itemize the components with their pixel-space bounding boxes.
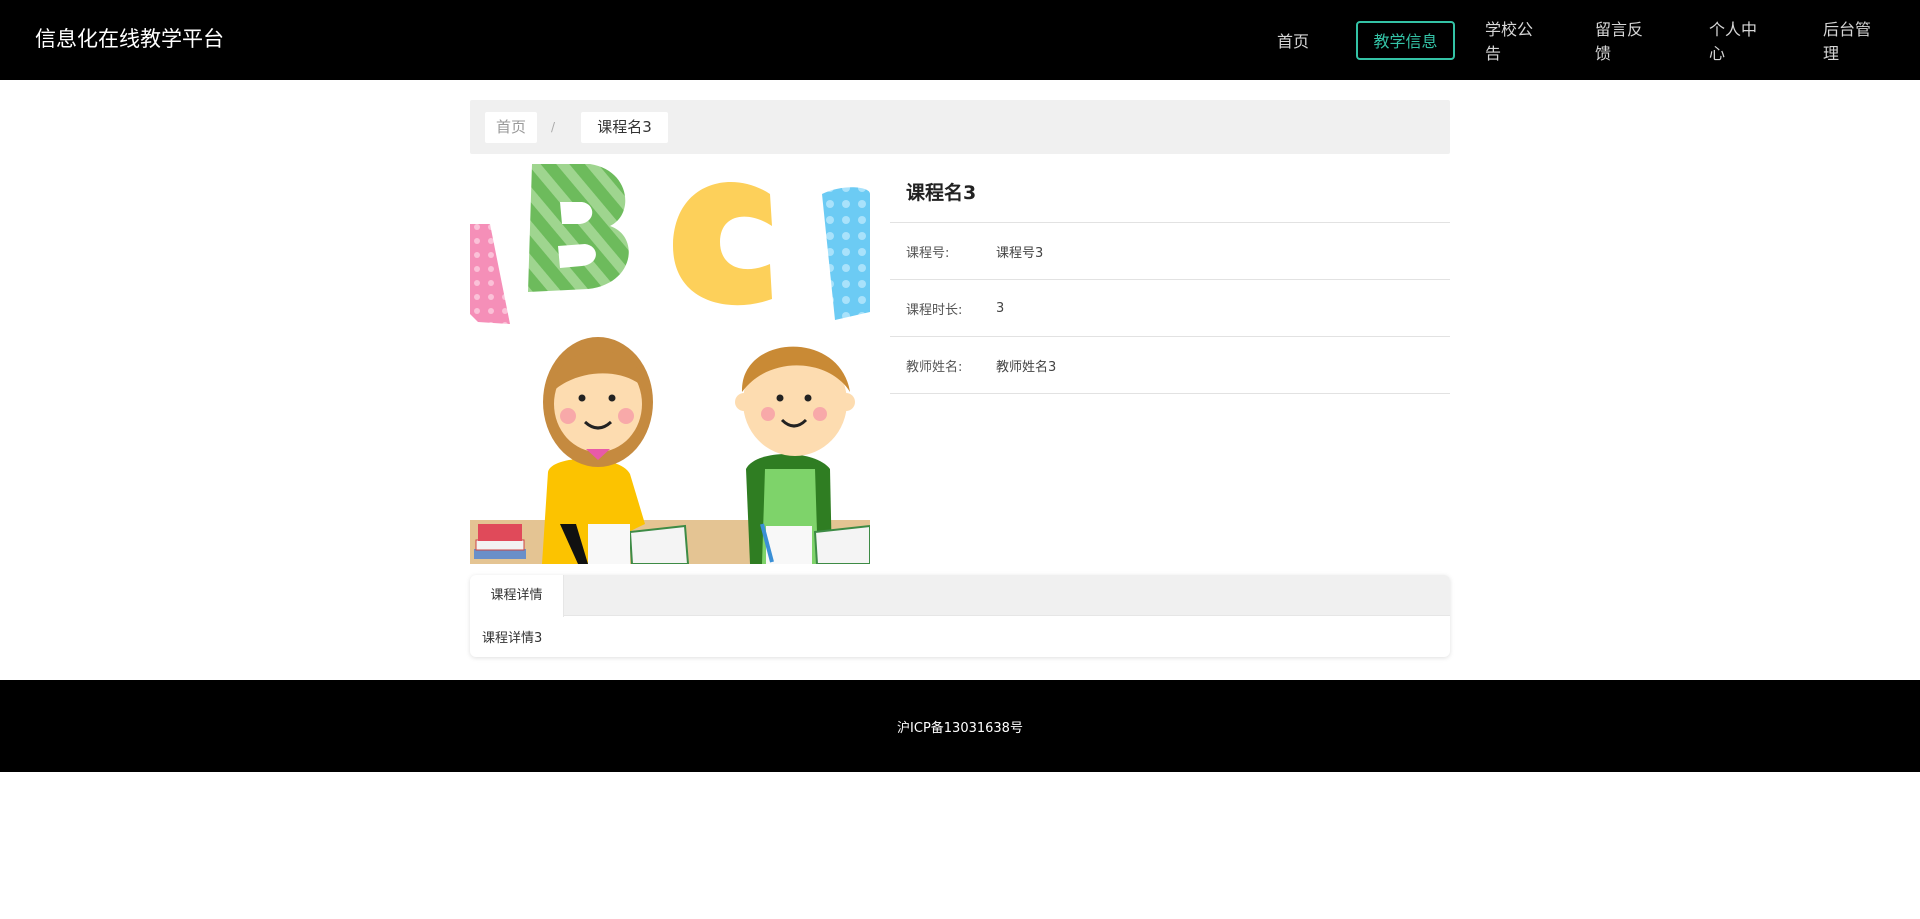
breadcrumb-home-link[interactable]: 首页 [485,112,537,143]
site-title[interactable]: 信息化在线教学平台 [35,24,224,54]
nav-teaching-info[interactable]: 教学信息 [1356,20,1455,60]
nav-feedback[interactable]: 留言反馈 [1593,20,1657,63]
course-info-panel: 课程名3 课程号: 课程号3 课程时长: 3 教师姓名: 教师姓名3 [890,164,1450,394]
info-label: 课程时长: [906,302,963,318]
course-title: 课程名3 [890,164,1450,223]
nav-admin[interactable]: 后台管理 [1821,20,1885,63]
footer: 沪ICP备13031638号 [0,680,1920,772]
breadcrumb: 首页 / 课程名3 [470,100,1450,154]
course-cover-image [470,164,870,564]
students-abc-illustration [470,164,870,564]
nav-school-notice[interactable]: 学校公告 [1483,20,1547,63]
info-row-teacher: 教师姓名: 教师姓名3 [890,337,1450,394]
nav-home[interactable]: 首页 [1254,21,1332,60]
info-value: 教师姓名3 [996,359,1057,375]
breadcrumb-separator: / [551,120,556,134]
info-value: 课程号3 [996,245,1044,261]
icp-record: 沪ICP备13031638号 [897,720,1023,736]
info-label: 课程号: [906,245,950,261]
tab-header: 课程详情 [470,575,1450,617]
course-detail-tabs: 课程详情 课程详情3 [470,575,1450,657]
info-value: 3 [996,300,1005,316]
nav-personal-center[interactable]: 个人中心 [1707,20,1771,63]
info-label: 教师姓名: [906,359,963,375]
info-row-duration: 课程时长: 3 [890,280,1450,337]
tab-content: 课程详情3 [482,631,543,646]
top-navbar: 信息化在线教学平台 首页 教学信息 学校公告 留言反馈 个人中心 后台管理 [0,0,1920,80]
main-nav: 首页 教学信息 学校公告 留言反馈 个人中心 后台管理 [1254,0,1920,80]
tab-course-detail[interactable]: 课程详情 [470,575,564,617]
breadcrumb-current: 课程名3 [581,112,668,143]
info-row-course-number: 课程号: 课程号3 [890,223,1450,280]
